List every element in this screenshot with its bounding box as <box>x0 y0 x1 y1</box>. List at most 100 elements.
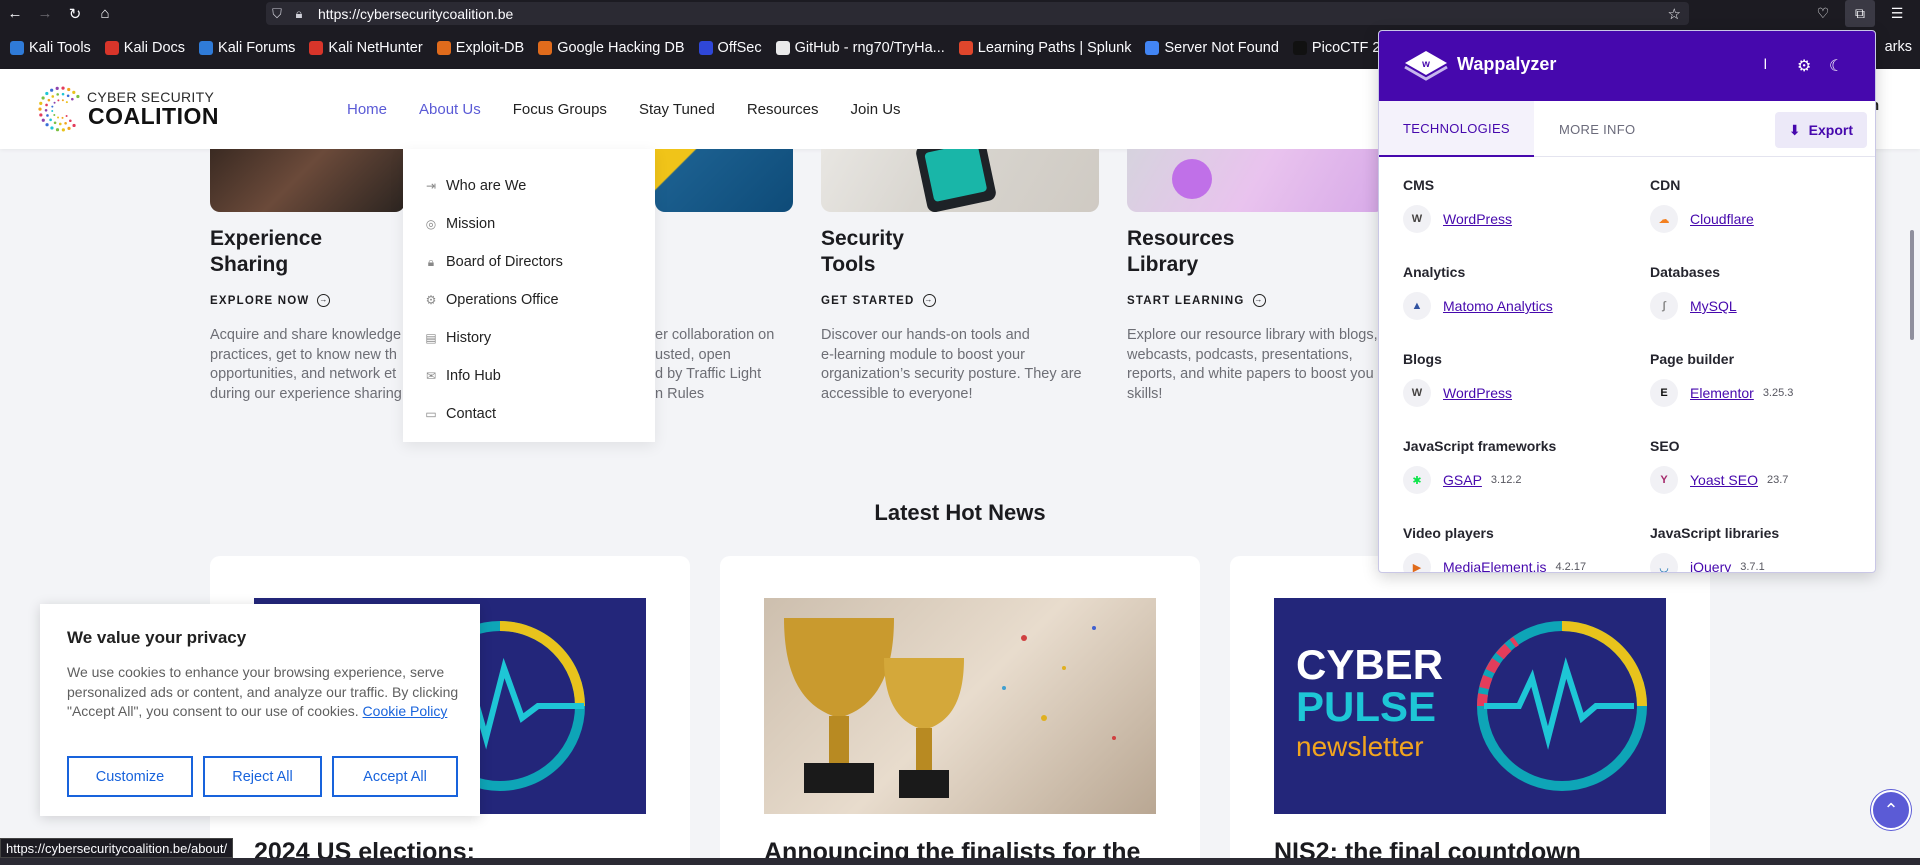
bookmark-item[interactable]: PicoCTF 2 <box>1292 40 1381 56</box>
card-title-line1[interactable]: Experience <box>210 226 322 252</box>
dropdown-item-label[interactable]: History <box>446 330 491 346</box>
tech-name-link[interactable]: Matomo Analytics <box>1443 298 1553 314</box>
export-button[interactable]: ⬇ Export <box>1774 112 1867 148</box>
page-scrollbar[interactable] <box>1910 230 1914 340</box>
bookmark-label[interactable]: PicoCTF 2 <box>1312 40 1381 56</box>
dropdown-item-label[interactable]: Who are We <box>446 178 526 194</box>
tech-name-link[interactable]: Cloudflare <box>1690 211 1754 227</box>
dropdown-item-label[interactable]: Operations Office <box>446 292 559 308</box>
nav-join-us[interactable]: Join Us <box>851 101 901 118</box>
card-title-security-tools[interactable]: Security Tools <box>821 226 904 278</box>
dropdown-item[interactable]: ◎ Mission <box>403 205 655 243</box>
dropdown-item[interactable]: ⇥ Who are We <box>403 167 655 205</box>
nav-focus-groups[interactable]: Focus Groups <box>513 101 607 118</box>
reload-icon[interactable]: ↻ <box>60 0 90 27</box>
reject-all-button[interactable]: Reject All <box>203 756 322 797</box>
customize-button[interactable]: Customize <box>67 756 193 797</box>
bookmark-item[interactable]: OffSec <box>698 40 762 56</box>
news-image[interactable]: CYBER PULSE newsletter <box>1274 598 1666 814</box>
news-card[interactable]: CYBER PULSE newsletter NIS2: the final c… <box>1230 556 1710 865</box>
dropdown-item-label[interactable]: Contact <box>446 406 496 422</box>
menu-icon[interactable]: ☰ <box>1882 0 1912 27</box>
arrow-circle-icon[interactable]: → <box>1252 294 1266 307</box>
bookmark-item[interactable]: Exploit-DB <box>436 40 525 56</box>
gear-icon[interactable]: ⚙ <box>1797 56 1811 76</box>
tech-item[interactable]: ☁ Cloudflare <box>1650 205 1754 233</box>
bookmark-label[interactable]: GitHub - rng70/TryHa... <box>795 40 945 56</box>
tech-item[interactable]: W WordPress <box>1403 379 1512 407</box>
card-title-line1[interactable]: Resources <box>1127 226 1234 252</box>
tech-name-link[interactable]: MySQL <box>1690 298 1737 314</box>
nav-resources[interactable]: Resources <box>747 101 819 118</box>
bookmark-item[interactable]: Server Not Found <box>1145 40 1279 56</box>
tech-name-link[interactable]: Yoast SEO <box>1690 472 1758 488</box>
bookmark-label[interactable]: Google Hacking DB <box>557 40 684 56</box>
card-title-resources-library[interactable]: Resources Library <box>1127 226 1234 278</box>
start-learning-link[interactable]: START LEARNING → <box>1127 294 1266 307</box>
extensions-icon[interactable]: ⧉ <box>1845 0 1875 27</box>
tech-name-link[interactable]: MediaElement.js <box>1443 559 1547 572</box>
dropdown-item[interactable]: ✉ Info Hub <box>403 357 655 395</box>
bookmark-item[interactable]: Kali NetHunter <box>309 40 423 56</box>
moon-icon[interactable]: ☾ <box>1829 56 1843 76</box>
card-title-line2[interactable]: Library <box>1127 252 1234 278</box>
bookmark-item[interactable]: Google Hacking DB <box>538 40 685 56</box>
card-title-line2[interactable]: Sharing <box>210 252 322 278</box>
explore-now-link[interactable]: EXPLORE NOW → <box>210 294 331 307</box>
lock-icon[interactable]: 🔒︎ <box>288 6 310 22</box>
accept-all-button[interactable]: Accept All <box>332 756 458 797</box>
bookmarks-overflow-text[interactable]: arks <box>1885 39 1912 55</box>
toggle-icon[interactable]: ⏽ <box>1759 56 1772 74</box>
pocket-icon[interactable]: ♡ <box>1808 0 1838 27</box>
tech-name-link[interactable]: Elementor <box>1690 385 1754 401</box>
tech-item[interactable]: ◡ jQuery 3.7.1 <box>1650 553 1765 572</box>
bookmark-label[interactable]: Kali Tools <box>29 40 91 56</box>
get-started-link[interactable]: GET STARTED → <box>821 294 936 307</box>
arrow-circle-icon[interactable]: → <box>922 294 936 307</box>
forward-icon[interactable]: → <box>30 0 60 27</box>
dropdown-item[interactable]: ▤ History <box>403 319 655 357</box>
bookmark-star-icon[interactable]: ☆ <box>1668 5 1681 23</box>
dropdown-item[interactable]: ▭ Contact <box>403 395 655 433</box>
bookmark-item[interactable]: GitHub - rng70/TryHa... <box>775 40 945 56</box>
tech-item[interactable]: ✱ GSAP 3.12.2 <box>1403 466 1522 494</box>
back-icon[interactable]: ← <box>0 0 30 27</box>
tech-name-link[interactable]: WordPress <box>1443 211 1512 227</box>
tab-more-info[interactable]: MORE INFO <box>1559 101 1635 157</box>
dropdown-item-label[interactable]: Mission <box>446 216 495 232</box>
url-bar[interactable]: ⛉ 🔒︎ https://cybersecuritycoalition.be ☆ <box>266 2 1689 25</box>
tech-item[interactable]: Y Yoast SEO 23.7 <box>1650 466 1788 494</box>
nav-home[interactable]: Home <box>347 101 387 118</box>
cookie-policy-link[interactable]: Cookie Policy <box>363 703 448 719</box>
tech-item[interactable]: E Elementor 3.25.3 <box>1650 379 1793 407</box>
tech-item[interactable]: ▶ MediaElement.js 4.2.17 <box>1403 553 1586 572</box>
dropdown-item[interactable]: 🔒︎ Board of Directors <box>403 243 655 281</box>
news-card[interactable]: Announcing the finalists for the <box>720 556 1200 865</box>
tab-technologies[interactable]: TECHNOLOGIES <box>1379 101 1534 157</box>
bookmark-item[interactable]: Kali Tools <box>10 40 91 56</box>
tech-name-link[interactable]: GSAP <box>1443 472 1482 488</box>
tech-item[interactable]: W WordPress <box>1403 205 1512 233</box>
bookmark-label[interactable]: Kali NetHunter <box>328 40 422 56</box>
dropdown-item[interactable]: ⚙ Operations Office <box>403 281 655 319</box>
start-learning-label[interactable]: START LEARNING <box>1127 295 1245 307</box>
bookmark-label[interactable]: Server Not Found <box>1164 40 1278 56</box>
bookmark-item[interactable]: Kali Forums <box>199 40 295 56</box>
bookmark-label[interactable]: Kali Docs <box>124 40 185 56</box>
bookmark-item[interactable]: Learning Paths | Splunk <box>958 40 1132 56</box>
dropdown-item-label[interactable]: Info Hub <box>446 368 501 384</box>
tech-name-link[interactable]: jQuery <box>1690 559 1731 572</box>
site-logo[interactable]: CYBER SECURITY COALITION <box>37 81 219 137</box>
card-title-line1[interactable]: Security <box>821 226 904 252</box>
bookmark-label[interactable]: Exploit-DB <box>456 40 525 56</box>
bookmark-label[interactable]: Learning Paths | Splunk <box>978 40 1132 56</box>
explore-now-label[interactable]: EXPLORE NOW <box>210 295 309 307</box>
scroll-to-top-button[interactable]: ⌃ <box>1871 790 1911 830</box>
card-title-experience[interactable]: Experience Sharing <box>210 226 322 278</box>
tech-name-link[interactable]: WordPress <box>1443 385 1512 401</box>
get-started-label[interactable]: GET STARTED <box>821 295 915 307</box>
url-text[interactable]: https://cybersecuritycoalition.be <box>318 6 513 22</box>
tech-item[interactable]: ▲ Matomo Analytics <box>1403 292 1553 320</box>
shield-icon[interactable]: ⛉ <box>266 6 288 22</box>
home-icon[interactable]: ⌂ <box>90 0 120 27</box>
